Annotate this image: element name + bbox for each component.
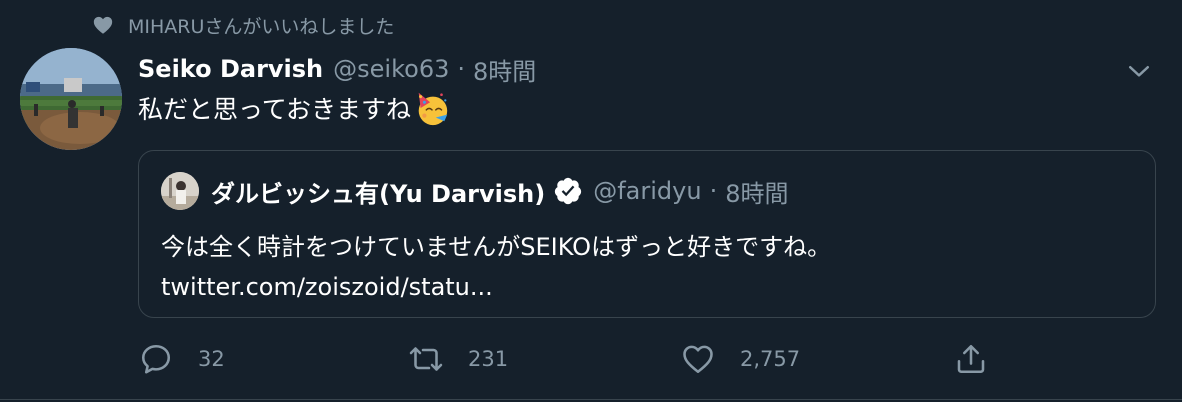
quoted-tweet-header: ダルビッシュ有(Yu Darvish) @faridyu · 8時間 [161,171,788,211]
share-button[interactable] [953,338,989,380]
tweet-text: 私だと思っておきますね [138,86,451,130]
quoted-timestamp[interactable]: 8時間 [725,174,788,209]
quoted-tweet-text: 今は全く時計をつけていませんがSEIKOはずっと好きですね。 twitter.c… [161,227,1131,307]
quoted-author-name[interactable]: ダルビッシュ有(Yu Darvish) [211,174,545,209]
social-context-text: MIHARUさんがいいねしました [128,15,395,38]
reply-button[interactable]: 32 [138,338,225,380]
separator-dot: · [457,55,465,83]
tweet-header: Seiko Darvish @seiko63 · 8時間 [138,48,536,90]
retweet-button[interactable]: 231 [408,338,508,380]
quoted-text-line: 今は全く時計をつけていませんがSEIKOはずっと好きですね。 [161,233,832,261]
avatar-photo [20,48,122,150]
heart-filled-icon [93,16,113,34]
chevron-down-icon[interactable] [1124,56,1154,86]
retweet-count: 231 [468,347,509,371]
quoted-avatar [161,172,199,210]
divider [0,399,1182,400]
tweet-text-content: 私だと思っておきますね [138,95,412,124]
retweet-icon [409,347,443,371]
author-handle[interactable]: @seiko63 [333,55,449,83]
quoted-tweet[interactable]: ダルビッシュ有(Yu Darvish) @faridyu · 8時間 今は全く時… [138,150,1156,318]
share-icon [957,344,985,374]
quoted-author-handle[interactable]: @faridyu [593,177,701,205]
like-count: 2,757 [740,347,801,371]
quoted-separator-dot: · [709,177,718,205]
quoted-avatar-photo [161,172,199,210]
heart-icon [683,345,713,374]
tweet-actions: 32 231 2,757 [138,338,1008,380]
quoted-link[interactable]: twitter.com/zoiszoid/statu... [161,267,1131,307]
partying-face-emoji-icon [418,92,448,126]
like-button[interactable]: 2,757 [680,338,800,380]
avatar[interactable] [20,48,122,150]
reply-count: 32 [198,347,225,371]
tweet[interactable]: MIHARUさんがいいねしました Seiko Darvish @seiko63 … [0,0,1182,402]
verified-badge-icon [555,177,582,205]
author-name[interactable]: Seiko Darvish [138,55,323,83]
reply-icon [141,344,171,374]
social-context: MIHARUさんがいいねしました [92,8,394,42]
timestamp[interactable]: 8時間 [473,52,536,87]
